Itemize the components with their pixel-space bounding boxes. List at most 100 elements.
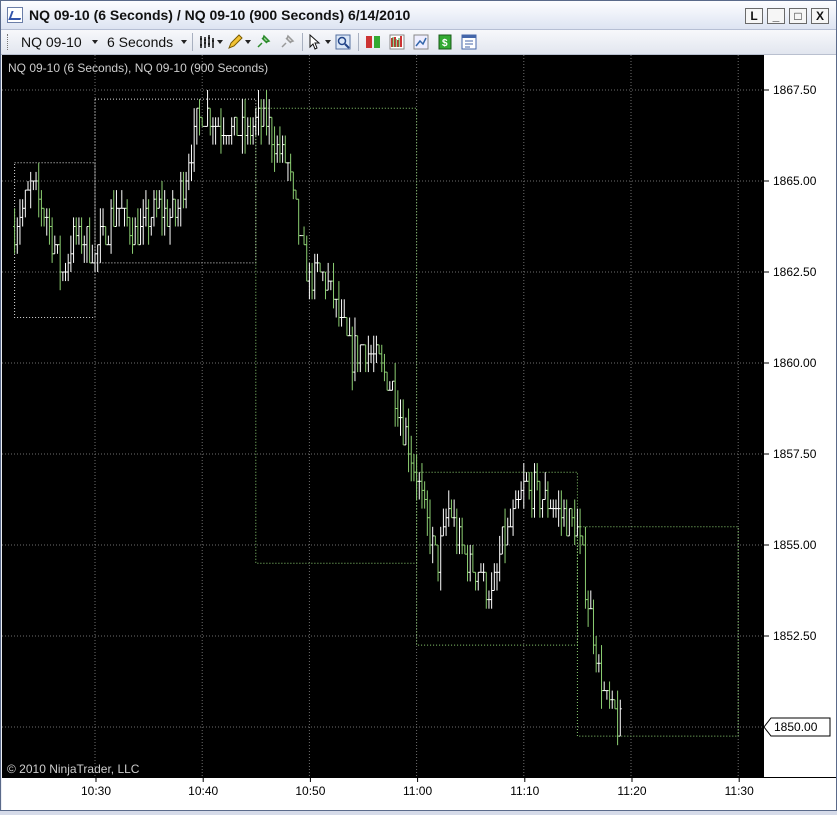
6s-price-bar xyxy=(447,490,451,527)
6s-price-bar xyxy=(495,563,499,591)
instrument-dropdown-icon[interactable] xyxy=(92,40,98,44)
6s-price-bar xyxy=(415,454,419,500)
series-label: NQ 09-10 (6 Seconds), NQ 09-10 (900 Seco… xyxy=(8,61,268,75)
6s-price-bar xyxy=(409,435,413,482)
6s-price-bar xyxy=(211,117,215,145)
6s-price-bar xyxy=(484,571,488,609)
6s-price-bar xyxy=(393,363,397,427)
6s-price-bar xyxy=(262,99,266,127)
6s-price-bar xyxy=(554,499,558,518)
order-icon[interactable] xyxy=(365,34,381,50)
6s-price-bar xyxy=(396,390,400,427)
interval-selector[interactable]: 6 Seconds xyxy=(107,34,173,50)
6s-price-bar xyxy=(101,208,105,236)
6s-price-bar xyxy=(181,171,185,209)
6s-price-bar xyxy=(147,199,151,245)
6s-price-bar xyxy=(198,99,202,136)
bar-type-dropdown-icon[interactable] xyxy=(217,40,223,44)
6s-price-bar xyxy=(227,135,231,145)
6s-price-bar xyxy=(248,117,252,145)
6s-price-bar xyxy=(256,90,260,136)
indicators-icon[interactable] xyxy=(389,34,405,50)
6s-price-bar xyxy=(55,244,59,254)
6s-price-bar xyxy=(605,690,609,700)
time-tick-label: 11:30 xyxy=(725,784,754,798)
6s-price-bar xyxy=(163,190,167,236)
bar-type-icon[interactable] xyxy=(199,34,215,50)
dollar-icon[interactable]: $ xyxy=(437,34,453,50)
6s-price-bar xyxy=(136,208,140,246)
6s-price-bar xyxy=(425,490,429,536)
6s-price-bar xyxy=(42,207,46,227)
6s-price-bar xyxy=(53,235,57,255)
last-price-marker: 1850.00 xyxy=(763,717,831,737)
6s-price-bar xyxy=(423,481,427,509)
6s-price-bar xyxy=(508,508,512,528)
6s-price-bar xyxy=(286,162,290,181)
6s-price-bar xyxy=(141,199,145,245)
price-axis[interactable]: 1867.50 1865.00 1862.50 1860.00 1857.50 1855.… xyxy=(763,55,836,777)
6s-price-bar xyxy=(214,117,218,145)
6s-price-bar xyxy=(206,90,210,127)
strategies-icon[interactable] xyxy=(413,34,429,50)
6s-price-bar xyxy=(441,508,445,537)
time-axis[interactable]: 10:30 10:40 10:50 11:00 11:10 11:20 11:30 xyxy=(2,777,836,810)
time-tick-label: 11:10 xyxy=(510,784,539,798)
6s-price-bar xyxy=(399,399,403,436)
chart-plot-area[interactable]: NQ 09-10 (6 Seconds), NQ 09-10 (900 Seco… xyxy=(2,55,763,777)
cursor-icon[interactable] xyxy=(307,34,323,50)
6s-price-bar xyxy=(235,116,239,136)
pencil-icon[interactable] xyxy=(227,34,243,50)
6s-price-bar xyxy=(152,190,156,227)
6s-price-bar xyxy=(114,190,118,227)
6s-price-bar xyxy=(471,545,475,573)
6s-price-bar xyxy=(289,153,293,181)
link-button[interactable]: L xyxy=(745,8,763,24)
unpin-icon[interactable] xyxy=(279,34,295,50)
close-button[interactable]: X xyxy=(811,8,829,24)
6s-price-bar xyxy=(294,189,298,200)
6s-price-bar xyxy=(18,199,22,245)
title-bar[interactable]: NQ 09-10 (6 Seconds) / NQ 09-10 (900 Sec… xyxy=(1,1,836,30)
6s-price-bar xyxy=(125,199,129,227)
6s-price-bar xyxy=(567,508,571,537)
6s-price-bar xyxy=(608,681,612,709)
drawing-dropdown-icon[interactable] xyxy=(245,40,251,44)
6s-price-bar xyxy=(144,190,148,227)
6s-price-bar xyxy=(348,317,352,337)
toolbar-grip[interactable] xyxy=(7,34,11,50)
6s-price-bar xyxy=(29,171,33,209)
6s-price-bar xyxy=(559,490,563,536)
6s-price-bar xyxy=(342,299,346,318)
cursor-dropdown-icon[interactable] xyxy=(325,40,331,44)
instrument-selector[interactable]: NQ 09-10 xyxy=(21,34,82,50)
6s-price-bar xyxy=(474,571,478,591)
minimize-button[interactable]: _ xyxy=(767,8,785,24)
properties-icon[interactable] xyxy=(461,34,477,50)
6s-price-bar xyxy=(506,517,510,546)
6s-price-bar xyxy=(120,190,124,209)
time-tick-label: 10:50 xyxy=(295,784,325,798)
maximize-button[interactable]: □ xyxy=(789,8,807,24)
6s-price-bar xyxy=(466,545,470,582)
6s-price-bar xyxy=(334,298,338,318)
6s-price-bar xyxy=(291,171,295,200)
svg-text:$: $ xyxy=(442,38,448,49)
pin-icon[interactable] xyxy=(255,34,271,50)
6s-price-bar xyxy=(323,271,327,300)
6s-price-bar xyxy=(533,463,537,518)
chart-app-icon xyxy=(7,7,23,23)
6s-price-bar xyxy=(232,116,236,136)
6s-price-bar xyxy=(305,235,309,282)
6s-price-bar xyxy=(64,262,68,282)
zoom-icon[interactable] xyxy=(335,34,351,50)
6s-price-bar xyxy=(109,199,113,254)
6s-price-bar xyxy=(157,190,161,209)
6s-price-bar xyxy=(307,262,311,300)
6s-price-bar xyxy=(551,499,555,518)
6s-price-bar xyxy=(117,207,121,227)
6s-price-bar xyxy=(460,517,464,555)
price-chart[interactable]: NQ 09-10 (6 Seconds), NQ 09-10 (900 Seco… xyxy=(2,55,763,777)
6s-price-bar xyxy=(404,417,408,446)
interval-dropdown-icon[interactable] xyxy=(181,40,187,44)
